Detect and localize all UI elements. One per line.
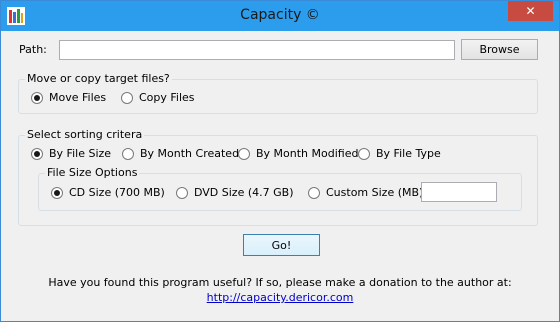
by-month-created-radio[interactable]: By Month Created xyxy=(122,147,239,160)
donation-link[interactable]: http://capacity.dericor.com xyxy=(207,291,354,304)
custom-size-label: Custom Size (MB) xyxy=(326,186,424,199)
custom-size-input[interactable] xyxy=(421,182,497,202)
sorting-group: Select sorting critera By File Size By M… xyxy=(18,128,538,226)
by-file-size-label: By File Size xyxy=(49,147,112,160)
radio-unselected-icon xyxy=(358,147,370,160)
close-icon: ✕ xyxy=(525,4,536,18)
cd-size-label: CD Size (700 MB) xyxy=(69,186,165,199)
go-button[interactable]: Go! xyxy=(243,234,320,256)
path-label: Path: xyxy=(19,43,47,56)
app-window: Capacity © ✕ Path: Browse Move or copy t… xyxy=(0,0,560,322)
radio-unselected-icon xyxy=(176,186,188,199)
cd-size-radio[interactable]: CD Size (700 MB) xyxy=(51,186,165,199)
sorting-group-title: Select sorting critera xyxy=(25,128,145,141)
donation-text: Have you found this program useful? If s… xyxy=(48,276,512,289)
move-files-radio[interactable]: Move Files xyxy=(31,91,106,104)
custom-size-radio[interactable]: Custom Size (MB) xyxy=(308,186,423,199)
by-file-type-radio[interactable]: By File Type xyxy=(358,147,441,160)
radio-unselected-icon xyxy=(308,186,320,199)
by-month-modified-label: By Month Modified xyxy=(256,147,359,160)
by-month-created-label: By Month Created xyxy=(140,147,240,160)
by-file-size-radio[interactable]: By File Size xyxy=(31,147,111,160)
donation-link-row: http://capacity.dericor.com xyxy=(8,291,552,304)
copy-files-radio[interactable]: Copy Files xyxy=(121,91,195,104)
dvd-size-label: DVD Size (4.7 GB) xyxy=(194,186,294,199)
file-size-options-group: File Size Options CD Size (700 MB) DVD S… xyxy=(38,166,522,211)
window-title: Capacity © xyxy=(240,7,320,23)
radio-selected-icon xyxy=(31,147,43,160)
dvd-size-radio[interactable]: DVD Size (4.7 GB) xyxy=(176,186,294,199)
path-input[interactable] xyxy=(59,40,455,60)
move-files-label: Move Files xyxy=(49,91,107,104)
copy-files-label: Copy Files xyxy=(139,91,195,104)
radio-unselected-icon xyxy=(238,147,250,160)
file-size-options-title: File Size Options xyxy=(45,166,140,179)
close-button[interactable]: ✕ xyxy=(508,1,553,21)
by-month-modified-radio[interactable]: By Month Modified xyxy=(238,147,358,160)
by-file-type-label: By File Type xyxy=(376,147,441,160)
radio-selected-icon xyxy=(31,91,43,104)
move-copy-group-title: Move or copy target files? xyxy=(25,72,172,85)
radio-unselected-icon xyxy=(122,147,134,160)
move-copy-group: Move or copy target files? Move Files Co… xyxy=(18,72,538,114)
radio-selected-icon xyxy=(51,186,63,199)
radio-unselected-icon xyxy=(121,91,133,104)
title-bar[interactable]: Capacity © ✕ xyxy=(1,1,559,31)
browse-button[interactable]: Browse xyxy=(461,39,538,60)
client-area: Path: Browse Move or copy target files? … xyxy=(8,31,552,314)
